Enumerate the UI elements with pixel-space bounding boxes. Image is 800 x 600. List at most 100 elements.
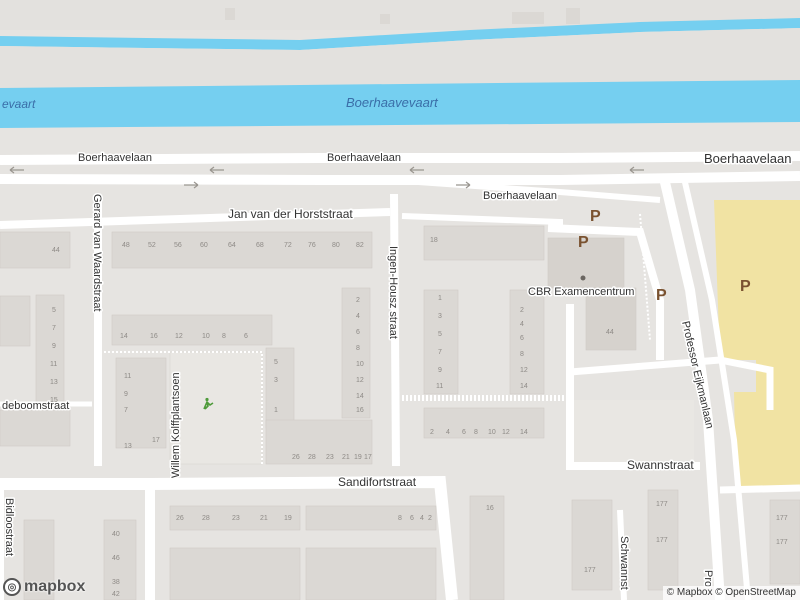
house-number: 177 <box>776 539 788 546</box>
house-number: 23 <box>326 454 334 461</box>
mapbox-logo[interactable]: ◎ mapbox <box>3 577 85 597</box>
house-number: 14 <box>356 393 364 400</box>
park-willem-kolff[interactable] <box>169 351 263 465</box>
house-number: 8 <box>222 333 226 340</box>
house-number: 5 <box>274 359 278 366</box>
house-number: 11 <box>50 361 57 368</box>
house-number: 4 <box>420 515 424 522</box>
label-boerhaavelaan-1: Boerhaavelaan <box>78 152 152 164</box>
house-number: 60 <box>200 242 208 249</box>
poi-dot-icon <box>580 275 586 281</box>
house-number: 9 <box>124 391 128 398</box>
parking-icon-3[interactable]: P <box>656 287 667 304</box>
house-number: 21 <box>260 515 268 522</box>
label-boerhaavelaan-3: Boerhaavelaan <box>704 151 791 166</box>
house-number: 6 <box>520 335 524 342</box>
parking-icon-4[interactable]: P <box>740 278 751 295</box>
house-number: 21 <box>342 454 350 461</box>
house-number: 12 <box>175 333 183 340</box>
label-boerhaavelaan-4: Boerhaavelaan <box>483 190 557 202</box>
house-number: 12 <box>520 367 528 374</box>
house-number: 44 <box>52 247 60 254</box>
house-number: 2 <box>356 297 360 304</box>
house-number: 4 <box>520 321 524 328</box>
house-number: 46 <box>112 555 120 562</box>
house-number: 11 <box>124 373 131 380</box>
house-number: 4 <box>356 313 360 320</box>
house-number: 5 <box>438 331 442 338</box>
house-number: 6 <box>244 333 248 340</box>
house-number: 17 <box>364 454 372 461</box>
house-number: 42 <box>112 591 120 598</box>
label-deboomstraat: deboomstraat <box>2 400 69 412</box>
house-number: 177 <box>584 567 596 574</box>
label-boerhaavelaan-2: Boerhaavelaan <box>327 152 401 164</box>
house-number: 28 <box>308 454 316 461</box>
mapbox-logo-icon: ◎ <box>3 578 21 596</box>
house-number: 12 <box>356 377 364 384</box>
parking-icon-2[interactable]: P <box>578 234 589 251</box>
mapbox-logo-text: mapbox <box>24 578 86 595</box>
house-number: 19 <box>284 515 292 522</box>
house-number: 7 <box>124 407 128 414</box>
label-jan-van-der-horststraat: Jan van der Horststraat <box>228 207 353 221</box>
open-space-swann <box>574 400 694 462</box>
house-number: 16 <box>150 333 158 340</box>
house-number: 82 <box>356 242 364 249</box>
canal-label-partial: evaart <box>2 97 36 111</box>
house-number: 80 <box>332 242 340 249</box>
house-number: 10 <box>356 361 364 368</box>
house-number: 14 <box>120 333 128 340</box>
map-canvas[interactable]: evaart Boerhaavevaart Boerhaavelaan Boer… <box>0 0 800 600</box>
house-number: 6 <box>356 329 360 336</box>
house-number: 8 <box>474 429 478 436</box>
house-number: 44 <box>606 329 614 336</box>
house-number: 11 <box>436 383 443 390</box>
house-number: 19 <box>354 454 362 461</box>
house-number: 177 <box>776 515 788 522</box>
house-number: 16 <box>356 407 364 414</box>
house-number: 64 <box>228 242 236 249</box>
label-gerard-van-waardstraat: Gerard van Waardstraat <box>91 194 103 312</box>
house-number: 17 <box>152 437 160 444</box>
house-number: 15 <box>50 397 58 404</box>
house-number: 1 <box>274 407 278 414</box>
house-number: 2 <box>520 307 524 314</box>
house-number: 72 <box>284 242 292 249</box>
house-number: 52 <box>148 242 156 249</box>
attribution-osm-link[interactable]: © OpenStreetMap <box>715 587 796 598</box>
map-attribution: © Mapbox © OpenStreetMap <box>662 586 800 600</box>
house-number: 7 <box>52 325 56 332</box>
house-number: 6 <box>410 515 414 522</box>
house-number: 3 <box>274 377 278 384</box>
house-number: 177 <box>656 537 668 544</box>
house-number: 3 <box>438 313 442 320</box>
house-number: 68 <box>256 242 264 249</box>
house-number: 8 <box>520 351 524 358</box>
label-prof-partial: Pro <box>702 570 714 587</box>
house-number: 1 <box>438 295 442 302</box>
label-ingen-housz-straat: Ingen-Housz straat <box>387 246 399 339</box>
house-number: 4 <box>446 429 450 436</box>
parking-icon-1[interactable]: P <box>590 208 601 225</box>
house-number: 13 <box>50 379 58 386</box>
house-number: 7 <box>438 349 442 356</box>
house-number: 13 <box>124 443 132 450</box>
house-number: 8 <box>356 345 360 352</box>
house-number: 23 <box>232 515 240 522</box>
house-number: 26 <box>176 515 184 522</box>
house-number: 56 <box>174 242 182 249</box>
house-number: 2 <box>428 515 432 522</box>
house-number: 9 <box>438 367 442 374</box>
house-number: 40 <box>112 531 120 538</box>
label-sandifortstraat: Sandifortstraat <box>338 475 417 489</box>
house-number: 9 <box>52 343 56 350</box>
house-number: 8 <box>398 515 402 522</box>
label-bidloostraat: Bidloostraat <box>3 498 15 556</box>
house-number: 10 <box>488 429 496 436</box>
house-number: 28 <box>202 515 210 522</box>
attribution-mapbox-link[interactable]: © Mapbox <box>667 587 713 598</box>
house-number: 16 <box>486 505 494 512</box>
house-number: 18 <box>430 237 438 244</box>
label-cbr-examencentrum: CBR Examencentrum <box>528 286 634 298</box>
